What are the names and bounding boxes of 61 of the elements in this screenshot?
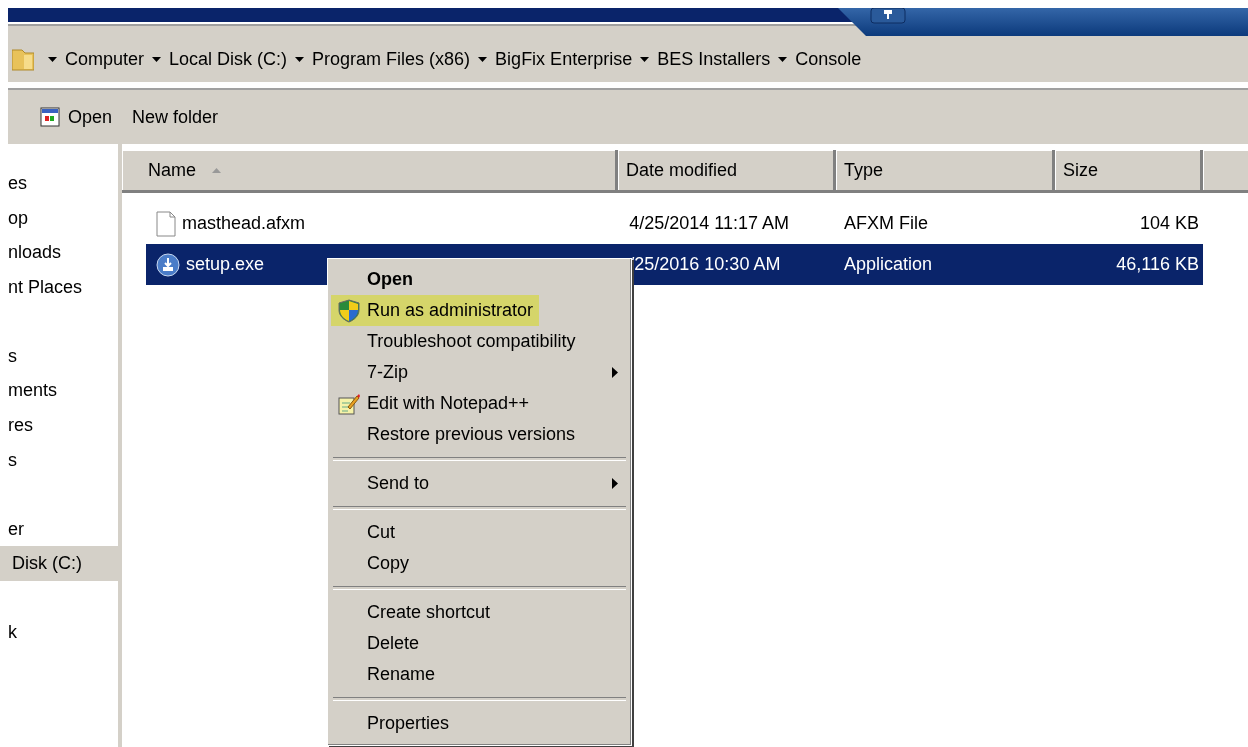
sort-icon — [212, 167, 221, 173]
column-header[interactable]: Name — [122, 150, 618, 190]
type-cell: AFXM File — [844, 213, 929, 233]
submenu-arrow-icon — [612, 478, 618, 489]
sidebar-item[interactable]: s — [0, 442, 118, 478]
menu-item[interactable]: Cut — [331, 517, 401, 548]
caret-icon[interactable] — [640, 56, 650, 62]
date-cell: 4/25/2014 11:17 AM — [629, 213, 790, 233]
sidebar-item[interactable]: ments — [0, 373, 118, 409]
sidebar-item[interactable]: er — [0, 511, 118, 547]
sidebar-item[interactable]: k — [0, 614, 118, 650]
window-icon — [870, 8, 906, 24]
breadcrumb[interactable]: Computer — [65, 48, 145, 70]
breadcrumb[interactable]: BES Installers — [657, 48, 771, 70]
menu-item[interactable]: Edit with Notepad++ — [331, 388, 536, 419]
breadcrumb[interactable]: Console — [795, 48, 862, 70]
open-button[interactable]: Open — [34, 102, 119, 132]
menu-item[interactable]: Restore previous versions — [331, 419, 582, 450]
column-header[interactable]: Type — [836, 150, 1055, 190]
notepad-icon — [338, 392, 360, 415]
caret-icon[interactable] — [778, 56, 788, 62]
type-cell: Application — [844, 254, 933, 274]
sidebar-item[interactable]: es — [0, 166, 118, 201]
caret-icon[interactable] — [152, 56, 162, 62]
breadcrumb[interactable]: Program Files (x86) — [312, 48, 471, 70]
breadcrumb[interactable]: Local Disk (C:) — [169, 48, 288, 70]
menu-item[interactable]: Create shortcut — [331, 597, 497, 628]
menu-item[interactable]: Run as administrator — [331, 295, 540, 326]
caret-icon[interactable] — [478, 56, 488, 62]
caret-icon[interactable] — [48, 56, 57, 62]
sidebar-item[interactable]: nloads — [0, 235, 118, 271]
column-header[interactable]: Date modified — [618, 150, 836, 190]
column-header — [1203, 150, 1248, 190]
sidebar-item[interactable]: nt Places — [0, 270, 118, 305]
menu-item[interactable]: Send to — [331, 468, 436, 499]
file-name: setup.exe — [186, 254, 265, 275]
menu-item[interactable]: Properties — [331, 708, 456, 739]
breadcrumb[interactable]: BigFix Enterprise — [495, 48, 633, 70]
menu-item[interactable]: Copy — [331, 548, 416, 579]
menu-item[interactable]: Delete — [331, 628, 426, 659]
document-icon — [156, 210, 176, 237]
installer-icon — [156, 252, 180, 277]
column-header[interactable]: Size — [1055, 150, 1203, 190]
sidebar-item[interactable]: s — [0, 338, 118, 374]
file-row[interactable]: masthead.afxm 4/25/2014 11:17 AM AFXM File 104 KB — [146, 203, 1203, 244]
window-icon — [40, 107, 60, 127]
toolbar-button[interactable]: New folder — [126, 102, 225, 132]
sidebar-item[interactable]: op — [0, 200, 118, 236]
size-cell: 46,116 KB — [1116, 254, 1199, 274]
sidebar-item[interactable]: res — [0, 408, 118, 443]
size-cell: 104 KB — [1139, 213, 1199, 233]
date-cell: /25/2016 10:30 AM — [629, 254, 781, 274]
menu-item[interactable]: Rename — [331, 659, 442, 690]
menu-item[interactable]: Troubleshoot compatibility — [331, 326, 582, 357]
menu-item[interactable]: 7-Zip — [331, 357, 414, 388]
folder-icon — [12, 46, 34, 72]
submenu-arrow-icon — [612, 367, 618, 378]
sidebar-item[interactable]: Disk (C:) — [0, 546, 118, 581]
file-name: masthead.afxm — [182, 213, 306, 234]
caret-icon[interactable] — [295, 56, 305, 62]
shield-icon — [338, 298, 360, 323]
